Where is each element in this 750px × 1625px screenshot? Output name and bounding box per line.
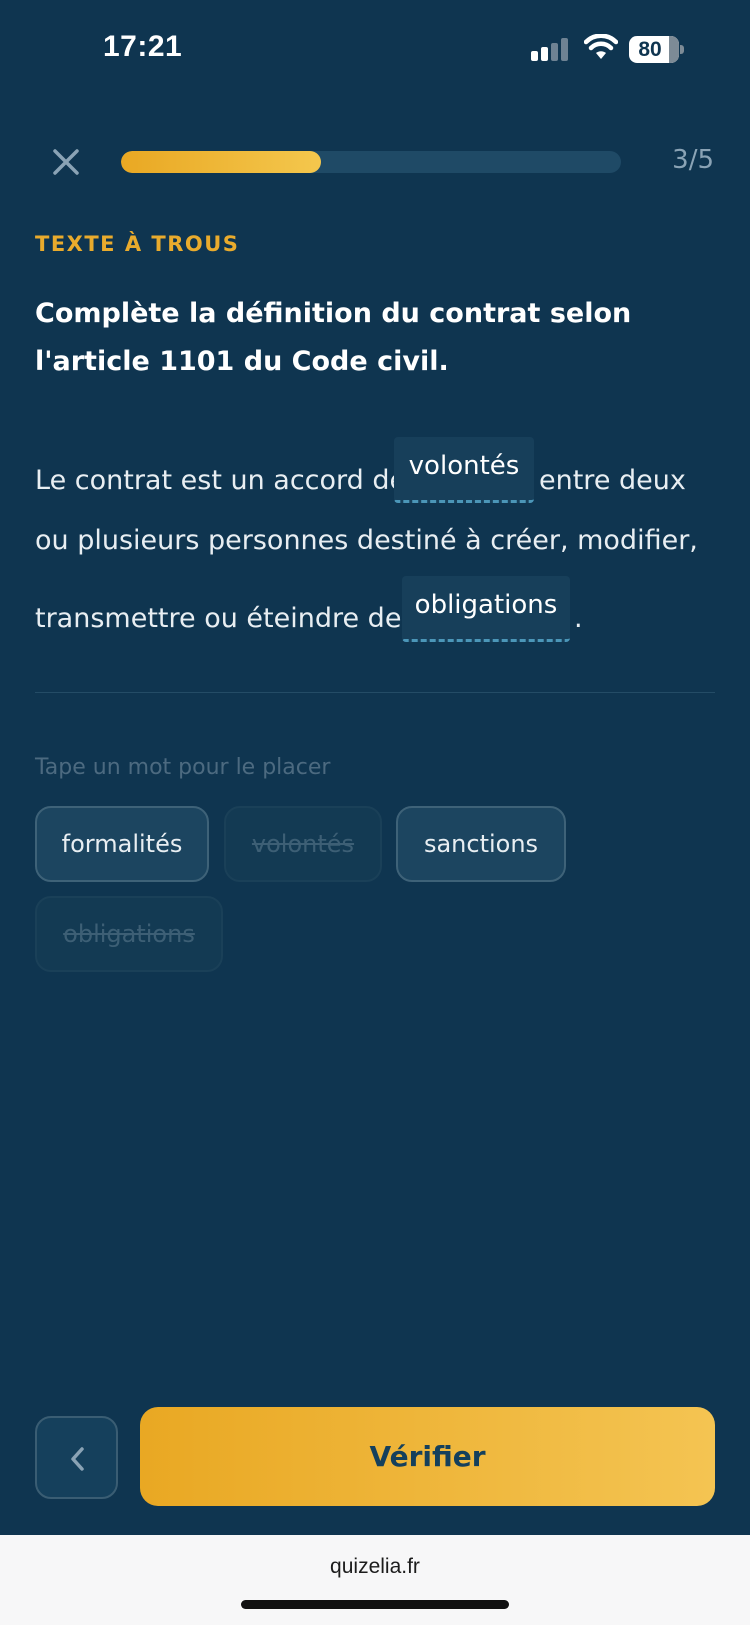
verify-button[interactable]: Vérifier xyxy=(140,1407,715,1506)
progress-bar xyxy=(121,151,621,173)
exercise-type-label: TEXTE À TROUS xyxy=(35,232,240,256)
chevron-left-icon xyxy=(71,1447,84,1471)
word-chip-volontes-used: volontés xyxy=(224,806,382,882)
status-bar: 17:21 80 xyxy=(0,0,750,100)
status-time: 17:21 xyxy=(103,30,183,63)
question-text: Complète la définition du contrat selon … xyxy=(35,298,632,377)
url-text[interactable]: quizelia.fr xyxy=(0,1555,750,1579)
sentence-part-2: entre deux xyxy=(539,465,686,496)
home-indicator xyxy=(241,1600,509,1609)
sentence-part-3: ou plusieurs personnes destiné à créer, … xyxy=(35,525,698,556)
battery-level: 80 xyxy=(638,38,662,61)
progress-fill xyxy=(121,151,321,173)
close-icon[interactable] xyxy=(52,148,80,176)
divider xyxy=(35,692,715,693)
wifi-icon xyxy=(584,34,618,59)
battery-icon: 80 xyxy=(629,36,684,63)
sentence-part-1: Le contrat est un accord de xyxy=(35,465,407,496)
blank-1-filled[interactable]: volontés xyxy=(394,437,534,503)
sentence-part-5: . xyxy=(574,603,583,634)
word-chip-formalites[interactable]: formalités xyxy=(35,806,209,882)
signal-icon xyxy=(531,38,568,61)
blank-2-filled[interactable]: obligations xyxy=(402,576,570,642)
word-chip-sanctions[interactable]: sanctions xyxy=(396,806,566,882)
sentence-part-4: transmettre ou éteindre des xyxy=(35,603,416,634)
back-button[interactable] xyxy=(35,1416,118,1499)
browser-bottom-bar xyxy=(0,1535,750,1625)
progress-count: 3/5 xyxy=(672,145,714,175)
word-chip-obligations-used: obligations xyxy=(35,896,223,972)
word-bank-hint: Tape un mot pour le placer xyxy=(35,755,331,780)
